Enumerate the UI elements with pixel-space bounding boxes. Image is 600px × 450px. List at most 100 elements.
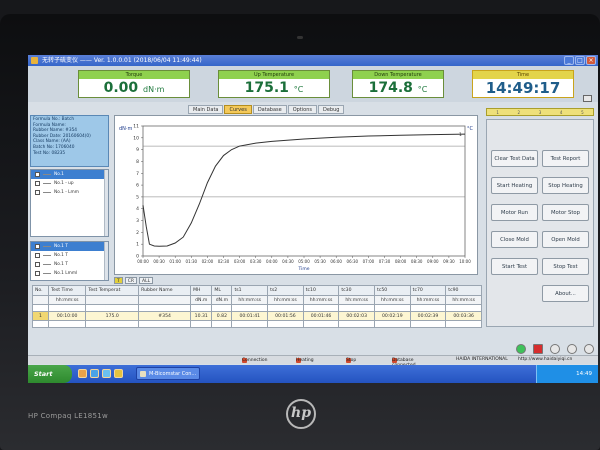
- column-header: Test Time: [48, 285, 87, 296]
- checkbox-icon[interactable]: [35, 244, 40, 249]
- time-value: 14:49:17: [485, 79, 561, 97]
- progress-step: 1: [496, 109, 499, 115]
- column-header: tc50: [374, 285, 411, 296]
- data-cell: 00:10:00: [48, 311, 87, 321]
- quick-launch-icon[interactable]: [78, 369, 87, 378]
- checkbox-icon[interactable]: [35, 262, 40, 267]
- toggle-cr[interactable]: CR: [124, 277, 138, 284]
- app-icon: [31, 57, 38, 64]
- toggle-t[interactable]: T: [114, 277, 123, 284]
- start-button[interactable]: Start: [28, 365, 72, 383]
- start-heating-button[interactable]: Start Heating: [491, 177, 538, 194]
- x-tick-label: 08:30: [411, 259, 423, 264]
- column-header: ts2: [267, 285, 304, 296]
- column-header: Test Temperat: [85, 285, 140, 296]
- table-row[interactable]: 1 00:10:00 175.0 #354 10.31 0.82 00:01:4…: [31, 311, 482, 321]
- x-tick-label: 01:30: [186, 259, 198, 264]
- window-title: 无转子硫变仪 —— Ver. 1.0.0.01 (2018/06/04 11:4…: [42, 57, 202, 64]
- start-test-button[interactable]: Start Test: [491, 258, 538, 275]
- toggle-all[interactable]: ALL: [139, 277, 154, 284]
- x-tick-label: 09:30: [443, 259, 455, 264]
- curve-list-item[interactable]: No.1 T: [31, 251, 108, 260]
- main-tabs: Main Data Curves Database Options Debug: [188, 105, 345, 114]
- unit-cell: hh:mm:ss: [48, 295, 87, 305]
- status-bar: Connection Heating Stop Database connect…: [28, 355, 598, 368]
- curve-list-scrollbar[interactable]: [104, 242, 108, 280]
- quick-launch-icon[interactable]: [102, 369, 111, 378]
- info-line: Test No: 08235: [33, 150, 66, 156]
- y-tick-label: 3: [136, 218, 139, 224]
- unit-cell: [138, 295, 192, 305]
- up-temp-readout: Up Temperature 175.1 °C: [218, 70, 330, 98]
- quick-launch-icon[interactable]: [90, 369, 99, 378]
- status-green-icon[interactable]: [516, 344, 526, 354]
- tab-database[interactable]: Database: [252, 105, 287, 114]
- x-tick-label: 01:00: [169, 259, 181, 264]
- clear-test-data-button[interactable]: Clear Test Data: [491, 150, 538, 167]
- quick-launch-icon[interactable]: [114, 369, 123, 378]
- x-tick-label: 09:00: [427, 259, 439, 264]
- minimize-icon[interactable]: _: [564, 56, 574, 65]
- curve-list-item[interactable]: No.1 T: [31, 260, 108, 269]
- test-report-button[interactable]: Test Report: [542, 150, 589, 167]
- unit-cell: hh:mm:ss: [302, 295, 340, 305]
- settings-icon[interactable]: [583, 95, 592, 102]
- line-swatch-icon: [43, 174, 51, 175]
- curve-list-item[interactable]: No.1: [31, 170, 108, 179]
- torque-value: 0.00 dN·m: [103, 80, 165, 96]
- line-swatch-icon: [43, 255, 51, 256]
- plot-area: [142, 125, 466, 257]
- down-temp-label: Down Temperature: [353, 71, 443, 79]
- close-mold-button[interactable]: Close Mold: [491, 231, 538, 248]
- monitor-model-label: HP Compaq LE1851w: [28, 412, 109, 420]
- tab-options[interactable]: Options: [287, 105, 317, 114]
- x-tick-label: 02:00: [202, 259, 214, 264]
- curve-list-item[interactable]: No.1 T: [31, 242, 108, 251]
- maximize-icon[interactable]: □: [575, 56, 585, 65]
- about-button[interactable]: About...: [542, 285, 589, 302]
- checkbox-icon[interactable]: [35, 253, 40, 258]
- chart-toggles: T CR ALL: [114, 277, 154, 284]
- unit-cell: hh:mm:ss: [231, 295, 269, 305]
- system-tray: 14:49: [536, 365, 598, 383]
- checkbox-icon[interactable]: [35, 271, 40, 276]
- tab-debug[interactable]: Debug: [317, 105, 345, 114]
- curve-list-item[interactable]: No.1 - up: [31, 179, 108, 188]
- curve-list-item[interactable]: No.1 Lmml: [31, 269, 108, 278]
- checkbox-icon[interactable]: [35, 181, 40, 186]
- curve-list: No.1 No.1 - up No.1 - Lmm: [30, 169, 109, 237]
- tab-curves[interactable]: Curves: [224, 105, 252, 114]
- open-mold-button[interactable]: Open Mold: [542, 231, 589, 248]
- readout-strip: Torque 0.00 dN·m Up Temperature 175.1 °C…: [28, 66, 598, 102]
- taskbar-item[interactable]: M-Bicomstar Con...: [136, 367, 200, 380]
- data-cell: 175.0: [85, 311, 140, 321]
- status-red-icon[interactable]: [533, 344, 543, 354]
- close-icon[interactable]: ×: [586, 56, 596, 65]
- x-tick-label: 00:30: [153, 259, 165, 264]
- data-cell: 00:01:56: [267, 311, 304, 321]
- screen: 无转子硫变仪 —— Ver. 1.0.0.01 (2018/06/04 11:4…: [28, 55, 598, 383]
- time-readout: Time 14:49:17: [472, 70, 574, 98]
- tab-main-data[interactable]: Main Data: [188, 105, 224, 114]
- taskbar: Start M-Bicomstar Con... 14:49: [28, 365, 598, 383]
- status-grey-icon[interactable]: [567, 344, 577, 354]
- column-header: MH: [190, 285, 213, 296]
- progress-step: 5: [581, 109, 584, 115]
- stop-heating-button[interactable]: Stop Heating: [542, 177, 589, 194]
- data-cell: 00:02:19: [374, 311, 411, 321]
- curve-list-item[interactable]: No.1 - Lmm: [31, 188, 108, 197]
- motor-run-button[interactable]: Motor Run: [491, 204, 538, 221]
- curve-list-secondary: No.1 T No.1 T No.1 T No.1 Lmml: [30, 241, 109, 281]
- curve-list-scrollbar[interactable]: [104, 170, 108, 236]
- unit-cell: hh:mm:ss: [338, 295, 375, 305]
- checkbox-icon[interactable]: [35, 172, 40, 177]
- stop-test-button[interactable]: Stop Test: [542, 258, 589, 275]
- unit-cell: hh:mm:ss: [445, 295, 482, 305]
- status-url[interactable]: http://www.haidaiyiqi.cn: [518, 357, 572, 362]
- y-tick-label: 8: [136, 159, 139, 165]
- status-grey-icon[interactable]: [584, 344, 594, 354]
- checkbox-icon[interactable]: [35, 190, 40, 195]
- motor-stop-button[interactable]: Motor Stop: [542, 204, 589, 221]
- column-header: Rubber Name: [138, 285, 192, 296]
- status-grey-icon[interactable]: [550, 344, 560, 354]
